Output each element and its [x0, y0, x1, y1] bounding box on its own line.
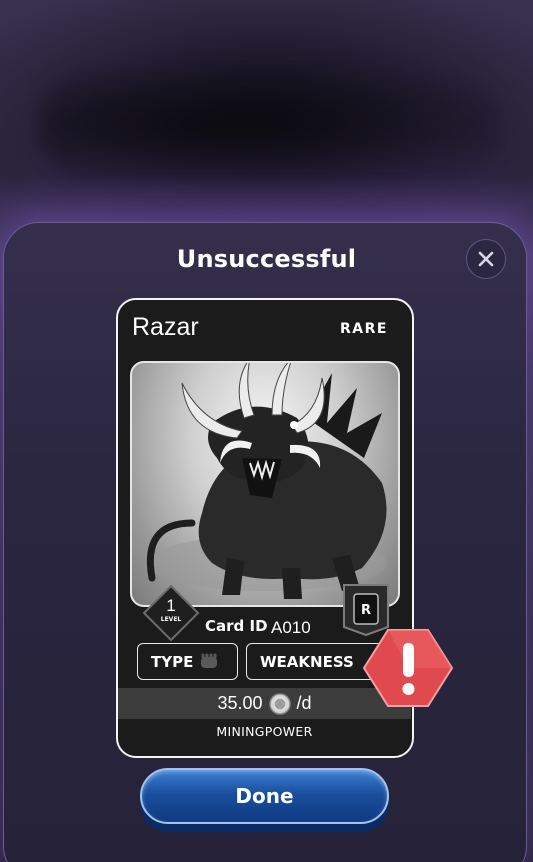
level-value: 1 — [166, 596, 175, 615]
boar-creature-illustration — [146, 363, 387, 599]
rarity-badge-letter: R — [361, 603, 371, 618]
close-icon — [478, 251, 494, 267]
card-rarity: RARE — [340, 321, 388, 337]
mining-rate-value: 35.00 — [217, 693, 263, 713]
card-id-value: A010 — [271, 618, 311, 637]
level-label: LEVEL — [161, 616, 182, 623]
level-badge: 1 LEVEL — [142, 584, 200, 642]
done-button[interactable]: Done — [140, 768, 389, 824]
mining-power-label: MININGPOWER — [216, 724, 313, 739]
weakness-label: WEAKNESS — [260, 652, 354, 671]
coin-icon — [268, 692, 291, 715]
blurred-background — [40, 70, 500, 180]
close-button[interactable] — [466, 239, 506, 279]
fist-icon — [201, 653, 218, 668]
type-pill: TYPE — [137, 643, 238, 680]
card-artwork — [130, 361, 400, 607]
mining-rate-unit: /d — [296, 693, 312, 713]
type-label: TYPE — [151, 652, 194, 671]
modal-title: Unsuccessful — [176, 245, 357, 273]
card-name: Razar — [132, 313, 199, 341]
card-id-label: Card ID — [205, 617, 268, 635]
warning-octagon-icon — [362, 629, 454, 707]
